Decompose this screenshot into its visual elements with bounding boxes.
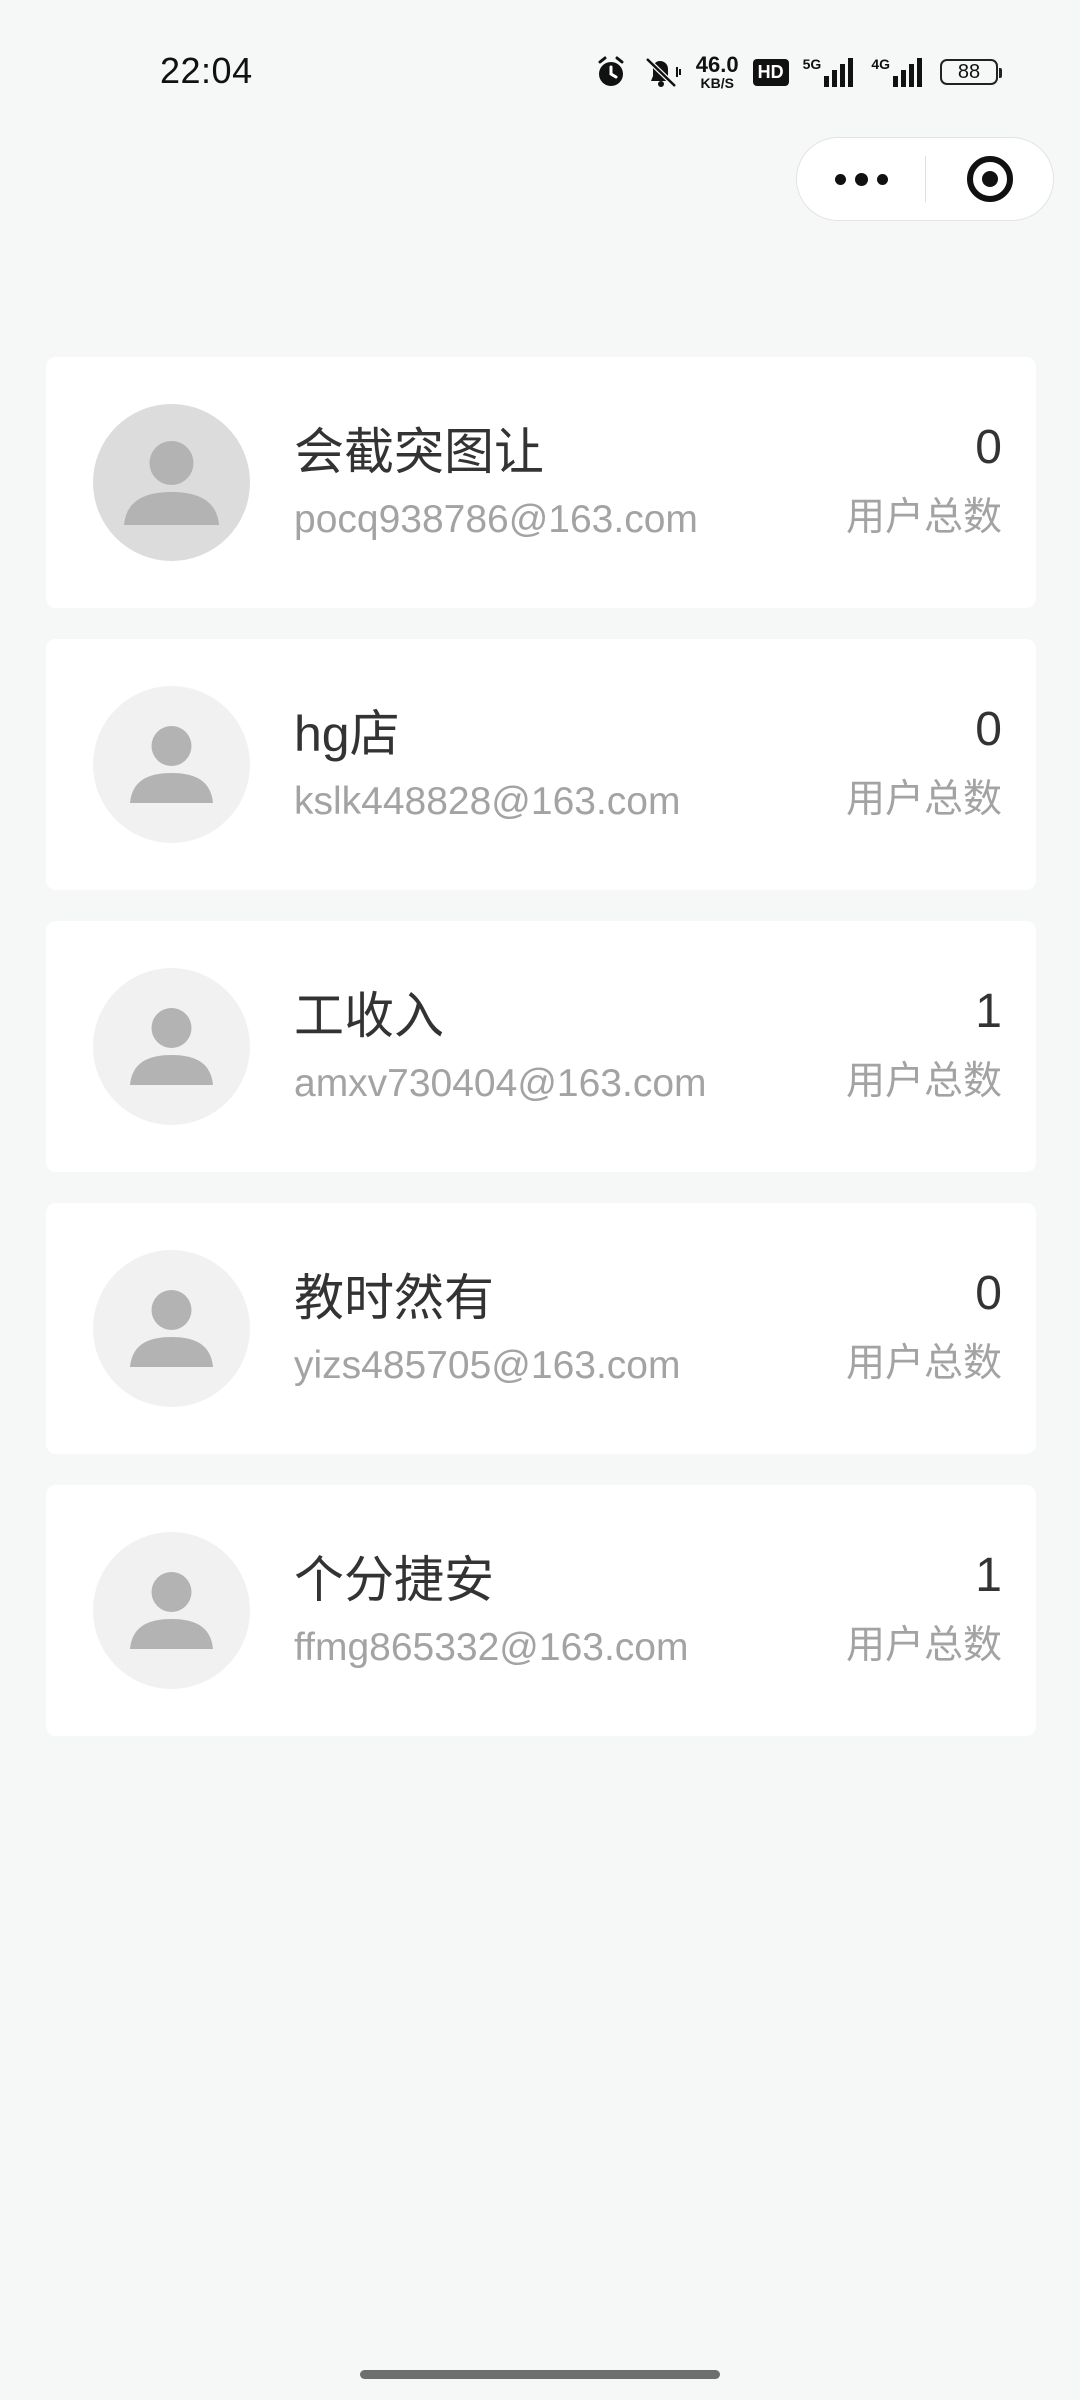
user-count-label: 用户总数 [845,778,1002,821]
alarm-icon [594,55,628,89]
close-core [981,171,998,187]
miniprogram-capsule [796,137,1054,221]
net-4g-label: 4G [871,56,890,72]
user-count-label: 用户总数 [845,496,1002,539]
status-time: 22:04 [160,50,253,91]
net-speed: 46.0 KB/S [695,52,739,91]
shop-name: hg店 [294,706,400,762]
shop-email: ffmg865332@163.com [294,1626,689,1669]
shop-card[interactable]: 个分捷安 ffmg865332@163.com 1 用户总数 [46,1485,1036,1736]
shop-name: 会截突图让 [294,424,544,480]
net-speed-unit: KB/S [700,75,734,91]
shop-card[interactable]: 会截突图让 pocq938786@163.com 0 用户总数 [46,357,1036,608]
close-ring [966,156,1013,202]
user-count-label: 用户总数 [845,1060,1002,1103]
shop-email: amxv730404@163.com [294,1062,707,1105]
battery-icon: 88 [940,59,1002,85]
shop-card[interactable]: 教时然有 yizs485705@163.com 0 用户总数 [46,1203,1036,1454]
user-count: 0 [975,421,1002,474]
shop-email: kslk448828@163.com [294,780,681,823]
user-count: 1 [975,1549,1002,1602]
user-avatar-icon [93,404,250,561]
more-dots-icon[interactable] [797,138,925,220]
user-avatar-icon [93,1532,250,1689]
shop-list: 会截突图让 pocq938786@163.com 0 用户总数 hg店 kslk… [46,357,1036,1767]
shop-name: 个分捷安 [294,1552,494,1608]
user-count-label: 用户总数 [845,1624,1002,1667]
status-bar: 22:04 46.0 KB/S HD 5G 4G 88 [0,0,1080,140]
close-miniprogram-icon[interactable] [926,138,1053,220]
shop-email: yizs485705@163.com [294,1344,681,1387]
user-count: 0 [975,1267,1002,1320]
user-avatar-icon [93,1250,250,1407]
status-icons: 46.0 KB/S HD 5G 4G 88 [594,50,1002,94]
dot [876,173,888,185]
net-speed-value: 46.0 [695,52,739,77]
shop-email: pocq938786@163.com [294,498,698,541]
user-avatar-icon [93,686,250,843]
signal-5g-icon: 5G [803,56,858,88]
shop-name: 教时然有 [294,1270,494,1326]
user-count: 1 [975,985,1002,1038]
user-avatar-icon [93,968,250,1125]
shop-name: 工收入 [294,988,444,1044]
shop-card[interactable]: 工收入 amxv730404@163.com 1 用户总数 [46,921,1036,1172]
signal-4g-icon: 4G [871,56,926,88]
user-count-label: 用户总数 [845,1342,1002,1385]
user-count: 0 [975,703,1002,756]
shop-card[interactable]: hg店 kslk448828@163.com 0 用户总数 [46,639,1036,890]
dot [834,173,846,185]
home-indicator[interactable] [360,2370,720,2379]
mute-icon [642,55,682,89]
dot [854,172,868,186]
net-5g-label: 5G [802,56,822,72]
hd-icon: HD [752,58,789,86]
